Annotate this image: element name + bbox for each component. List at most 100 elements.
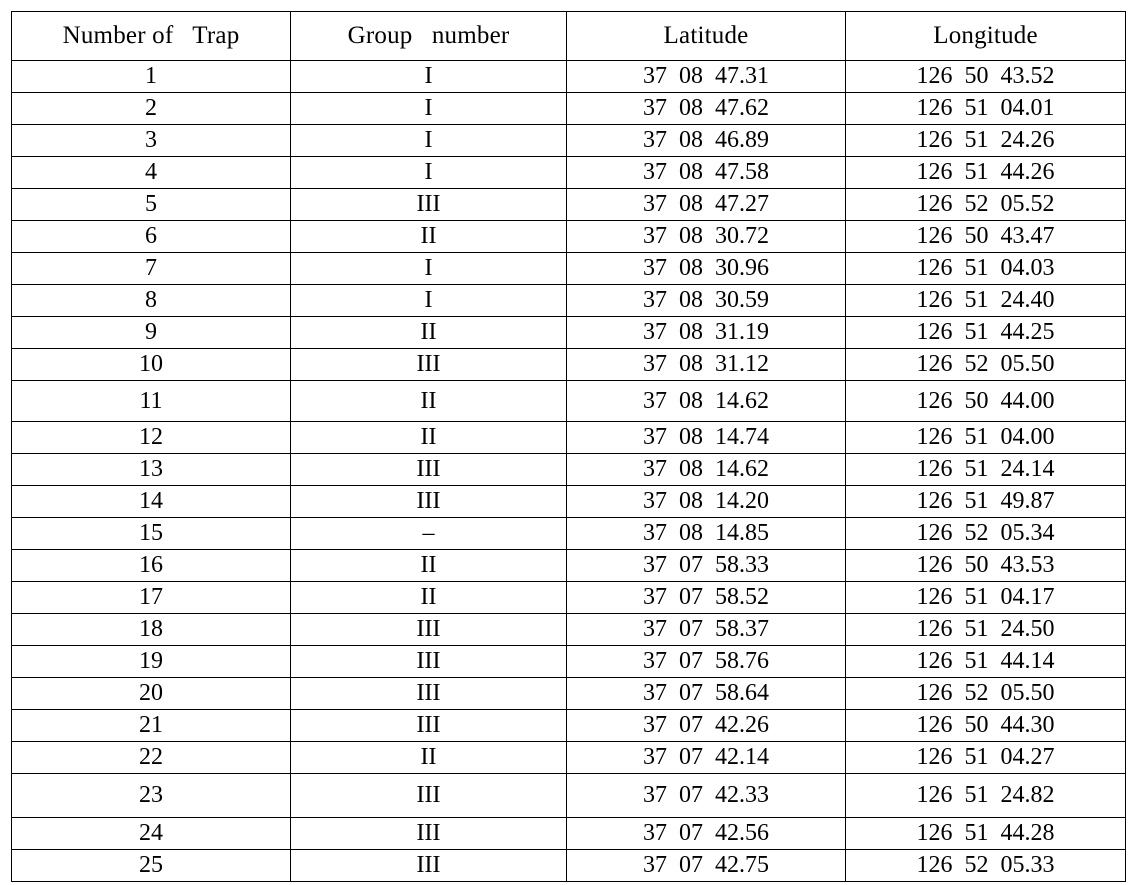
cell-latitude: 37 07 42.56 [566,817,846,850]
table-row: 25 III 37 07 42.75 126 52 05.33 [11,849,1126,882]
cell-group-number: II [290,421,567,454]
trap-coordinates-table: Number of Trap Group number Latitude Lon… [11,11,1126,882]
cell-group-number: II [290,581,567,614]
cell-trap-number: 6 [11,220,291,253]
cell-latitude: 37 08 30.96 [566,252,846,285]
table-row: 22 II 37 07 42.14 126 51 04.27 [11,741,1126,774]
table-row: 2 I 37 08 47.62 126 51 04.01 [11,92,1126,125]
cell-trap-number: 14 [11,485,291,518]
table-row: 23 III 37 07 42.33 126 51 24.82 [11,773,1126,818]
cell-trap-number: 5 [11,188,291,221]
cell-group-number: III [290,645,567,678]
cell-group-number: III [290,348,567,381]
table-row: 12 II 37 08 14.74 126 51 04.00 [11,421,1126,454]
cell-longitude: 126 51 04.03 [845,252,1126,285]
cell-group-number: III [290,773,567,818]
cell-longitude: 126 51 44.25 [845,316,1126,349]
cell-latitude: 37 08 14.62 [566,380,846,422]
cell-group-number: II [290,380,567,422]
cell-trap-number: 18 [11,613,291,646]
cell-latitude: 37 08 30.72 [566,220,846,253]
cell-longitude: 126 50 44.00 [845,380,1126,422]
cell-latitude: 37 08 47.62 [566,92,846,125]
cell-longitude: 126 51 44.28 [845,817,1126,850]
cell-longitude: 126 51 24.50 [845,613,1126,646]
cell-group-number: III [290,188,567,221]
column-header-longitude: Longitude [845,11,1126,61]
table-row: 18 III 37 07 58.37 126 51 24.50 [11,613,1126,646]
cell-longitude: 126 51 04.00 [845,421,1126,454]
cell-group-number: I [290,124,567,157]
table-header: Number of Trap Group number Latitude Lon… [11,11,1126,61]
table-row: 17 II 37 07 58.52 126 51 04.17 [11,581,1126,614]
cell-longitude: 126 51 49.87 [845,485,1126,518]
cell-trap-number: 21 [11,709,291,742]
cell-trap-number: 19 [11,645,291,678]
cell-trap-number: 3 [11,124,291,157]
cell-trap-number: 15 [11,517,291,550]
cell-latitude: 37 07 58.52 [566,581,846,614]
cell-group-number: III [290,709,567,742]
cell-trap-number: 11 [11,380,291,422]
cell-longitude: 126 52 05.50 [845,348,1126,381]
cell-group-number: II [290,741,567,774]
cell-latitude: 37 08 14.85 [566,517,846,550]
cell-group-number: III [290,485,567,518]
cell-longitude: 126 52 05.33 [845,849,1126,882]
column-header-group-number: Group number [290,11,567,61]
table-header-row: Number of Trap Group number Latitude Lon… [11,11,1126,61]
cell-trap-number: 24 [11,817,291,850]
cell-longitude: 126 51 04.01 [845,92,1126,125]
table-row: 14 III 37 08 14.20 126 51 49.87 [11,485,1126,518]
table-row: 11 II 37 08 14.62 126 50 44.00 [11,380,1126,422]
cell-trap-number: 13 [11,453,291,486]
cell-latitude: 37 07 58.76 [566,645,846,678]
cell-latitude: 37 08 30.59 [566,284,846,317]
cell-latitude: 37 08 47.27 [566,188,846,221]
page-container: Number of Trap Group number Latitude Lon… [0,0,1140,885]
cell-group-number: III [290,453,567,486]
cell-trap-number: 16 [11,549,291,582]
cell-longitude: 126 50 43.47 [845,220,1126,253]
cell-longitude: 126 51 04.27 [845,741,1126,774]
cell-latitude: 37 08 47.31 [566,60,846,93]
cell-trap-number: 10 [11,348,291,381]
table-row: 8 I 37 08 30.59 126 51 24.40 [11,284,1126,317]
cell-group-number: I [290,92,567,125]
cell-latitude: 37 08 46.89 [566,124,846,157]
cell-group-number: I [290,284,567,317]
cell-trap-number: 9 [11,316,291,349]
cell-longitude: 126 51 24.26 [845,124,1126,157]
cell-latitude: 37 08 14.74 [566,421,846,454]
cell-longitude: 126 50 43.52 [845,60,1126,93]
cell-latitude: 37 07 42.26 [566,709,846,742]
table-row: 19 III 37 07 58.76 126 51 44.14 [11,645,1126,678]
cell-longitude: 126 51 44.14 [845,645,1126,678]
table-row: 10 III 37 08 31.12 126 52 05.50 [11,348,1126,381]
cell-longitude: 126 51 44.26 [845,156,1126,189]
cell-group-number: II [290,316,567,349]
table-row: 3 I 37 08 46.89 126 51 24.26 [11,124,1126,157]
table-row: 4 I 37 08 47.58 126 51 44.26 [11,156,1126,189]
cell-trap-number: 17 [11,581,291,614]
cell-trap-number: 25 [11,849,291,882]
cell-trap-number: 23 [11,773,291,818]
table-row: 24 III 37 07 42.56 126 51 44.28 [11,817,1126,850]
cell-trap-number: 22 [11,741,291,774]
cell-trap-number: 1 [11,60,291,93]
cell-group-number: III [290,677,567,710]
table-row: 9 II 37 08 31.19 126 51 44.25 [11,316,1126,349]
cell-latitude: 37 07 58.37 [566,613,846,646]
column-header-trap-number: Number of Trap [11,11,291,61]
cell-longitude: 126 51 24.40 [845,284,1126,317]
cell-longitude: 126 52 05.34 [845,517,1126,550]
cell-longitude: 126 50 43.53 [845,549,1126,582]
cell-group-number: II [290,220,567,253]
cell-trap-number: 7 [11,252,291,285]
cell-group-number: II [290,549,567,582]
table-row: 20 III 37 07 58.64 126 52 05.50 [11,677,1126,710]
table-row: 6 II 37 08 30.72 126 50 43.47 [11,220,1126,253]
table-row: 16 II 37 07 58.33 126 50 43.53 [11,549,1126,582]
cell-trap-number: 4 [11,156,291,189]
table-row: 15–37 08 14.85 126 52 05.34 [11,517,1126,550]
